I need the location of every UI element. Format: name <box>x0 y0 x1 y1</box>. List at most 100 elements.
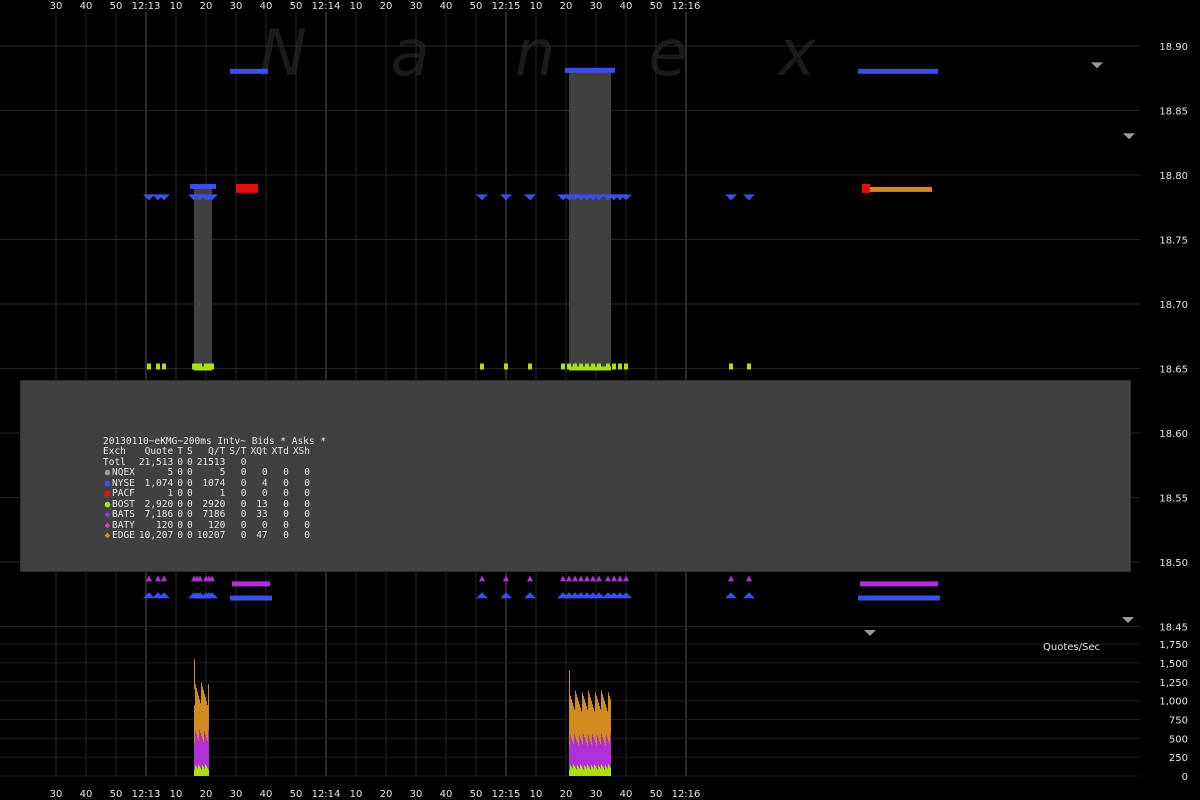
quotes-tick: 750 <box>1169 715 1188 726</box>
x-tick-top: 50 <box>290 1 303 12</box>
bats-marker <box>527 575 533 582</box>
bost-rate-bar <box>591 765 592 776</box>
legend-cell-xtd: 0 <box>283 530 289 541</box>
legend-exch-label: BATS <box>112 509 135 520</box>
edge-rate-bar <box>586 705 587 743</box>
legend-exch-label: NQEX <box>112 467 135 478</box>
nyse-ask-marker <box>858 68 938 74</box>
bost-marker <box>573 363 577 370</box>
x-tick-top: 20 <box>200 1 213 12</box>
bost-rate-bar <box>598 765 599 776</box>
ask-marker-bar <box>565 67 615 73</box>
x-tick-top: 30 <box>410 1 423 12</box>
legend-cell-s: 0 <box>186 530 193 541</box>
edge-rate-bar <box>205 697 206 735</box>
edge-rate-bar <box>204 693 205 732</box>
x-tick-top: 20 <box>560 1 573 12</box>
bats-rate-bar <box>206 737 207 766</box>
bats-rate-bar <box>604 742 605 770</box>
bost-rate-bar <box>201 769 202 776</box>
legend-cell-quote: 10,207 <box>138 530 174 541</box>
bats-rate-bar <box>582 744 583 768</box>
edge-rate-bar <box>605 704 606 746</box>
bid-triangle <box>476 592 488 599</box>
bost-rate-bar <box>594 764 595 776</box>
edge-rate-bar <box>589 694 590 739</box>
price-tick: 18.65 <box>1159 365 1188 376</box>
edge-rate-bar <box>604 700 605 743</box>
bost-rate-bar <box>197 768 198 776</box>
legend-cell-xtd: 0 <box>283 509 289 520</box>
bid-triangle <box>743 592 755 599</box>
legend-cell-qt: 5 <box>219 467 226 478</box>
x-tick-top: 30 <box>230 1 243 12</box>
bats-rate-bar <box>606 735 607 767</box>
bats-rate-bar <box>199 729 200 766</box>
quote-rate-bars <box>194 659 611 776</box>
edge-rate-bar <box>590 697 591 742</box>
watermark-letter: e <box>648 17 687 91</box>
x-tick-bottom: 10 <box>350 789 363 800</box>
bost-marker <box>147 363 151 370</box>
edge-rate-bar <box>578 700 579 746</box>
nbbo-band <box>194 187 212 369</box>
x-tick-bottom: 40 <box>260 789 273 800</box>
nqex-marker <box>1122 617 1134 624</box>
x-tick-top: 50 <box>650 1 663 12</box>
edge-rate-bar <box>574 709 575 735</box>
legend-cell-qt: 10207 <box>196 530 226 541</box>
bost-marker <box>591 363 595 370</box>
edge-rate-bar <box>609 695 610 745</box>
legend-cell-st: 0 <box>240 488 247 499</box>
quotes-tick: 250 <box>1169 753 1188 764</box>
bid-triangle <box>500 592 512 599</box>
legend-symbol-icon: ◆ <box>104 530 111 541</box>
bost-marker <box>162 363 166 370</box>
bost-marker <box>729 363 733 370</box>
legend-header-row: Exch Quote T S Q/T S/T XQt XTd XSh <box>99 446 310 458</box>
bost-rate-bar <box>593 768 594 776</box>
bost-rate-bar <box>599 766 600 776</box>
bats-marker <box>605 575 611 582</box>
bats-bid-marker <box>860 581 938 587</box>
bats-rate-bar <box>585 739 586 767</box>
bats-rate-bar <box>609 744 610 766</box>
bost-rate-bar <box>595 765 596 776</box>
x-tick-bottom: 40 <box>620 789 633 800</box>
bats-rate-bar <box>595 742 596 766</box>
bost-marker <box>210 363 214 370</box>
bost-rate-bar <box>571 766 572 776</box>
bost-rate-bar <box>203 766 204 776</box>
price-tick: 18.90 <box>1159 42 1188 53</box>
legend-cell-xqt: 47 <box>256 530 268 541</box>
price-tick: 18.50 <box>1159 558 1188 569</box>
edge-rate-bar <box>602 694 603 738</box>
bost-marker <box>747 363 751 370</box>
edge-rate-bar <box>588 690 589 736</box>
bost-marker <box>567 363 571 370</box>
bost-marker <box>528 363 532 370</box>
bats-rate-bar <box>587 745 588 765</box>
bats-rate-bar <box>204 731 205 769</box>
bost-rate-bar <box>205 764 206 776</box>
edge-rate-bar <box>200 703 201 734</box>
bats-rate-bar <box>581 741 582 766</box>
pacf-marker <box>236 183 258 193</box>
x-tick-top: 12:14 <box>312 1 341 12</box>
bost-rate-bar <box>194 769 195 776</box>
bats-rate-bar <box>569 745 570 770</box>
x-tick-top: 12:16 <box>672 1 701 12</box>
edge-rate-bar <box>584 699 585 738</box>
bost-marker <box>156 363 160 370</box>
x-tick-bottom: 50 <box>650 789 663 800</box>
bost-rate-bar <box>604 769 605 776</box>
edge-rate-bar <box>595 692 596 743</box>
watermark-letter: a <box>390 17 429 91</box>
bats-rate-bar <box>610 734 611 768</box>
bost-rate-bar <box>206 765 207 776</box>
ask-triangle <box>725 194 737 201</box>
x-tick-bottom: 20 <box>200 789 213 800</box>
bost-rate-bar <box>579 768 580 776</box>
bats-rate-bar <box>591 744 592 766</box>
x-tick-top: 40 <box>620 1 633 12</box>
